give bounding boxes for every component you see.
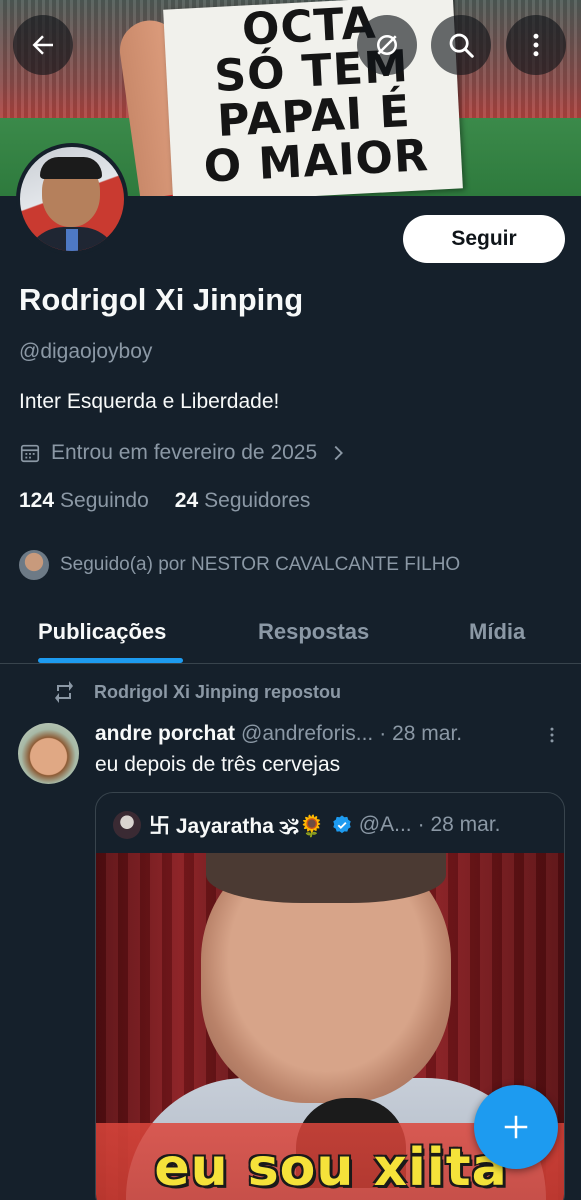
back-arrow-icon bbox=[32, 35, 53, 55]
joined-date-text: Entrou em fevereiro de 2025 bbox=[51, 441, 318, 464]
post-author-handle[interactable]: @andreforis... bbox=[241, 722, 373, 746]
tab-respostas[interactable]: Respostas bbox=[258, 600, 369, 664]
post-more-button[interactable] bbox=[540, 722, 564, 748]
followers-count: 24 bbox=[174, 489, 199, 512]
following-link[interactable]: 124 Seguindo bbox=[19, 489, 149, 513]
post-text: eu depois de três cervejas bbox=[95, 753, 341, 776]
quoted-author-avatar bbox=[113, 811, 141, 839]
back-button[interactable] bbox=[13, 15, 73, 75]
tab-midia[interactable]: Mídia bbox=[469, 600, 525, 664]
profile-bio: Inter Esquerda e Liberdade! bbox=[19, 390, 280, 413]
follow-button[interactable]: Seguir bbox=[403, 215, 565, 263]
quoted-author-handle: @A... bbox=[358, 813, 412, 836]
post-date[interactable]: · 28 mar. bbox=[379, 722, 462, 746]
more-vertical-icon bbox=[533, 33, 539, 57]
following-label: Seguindo bbox=[60, 489, 149, 512]
joined-date-row[interactable]: Entrou em fevereiro de 2025 bbox=[19, 438, 349, 468]
active-tab-indicator bbox=[38, 658, 183, 663]
chevron-right-icon bbox=[334, 445, 344, 461]
verified-badge-icon bbox=[333, 815, 351, 834]
more-options-button[interactable] bbox=[506, 15, 566, 75]
follow-stats: 124 Seguindo 24 Seguidores bbox=[19, 489, 310, 513]
search-button[interactable] bbox=[431, 15, 491, 75]
avatar-hair bbox=[40, 157, 102, 179]
repost-label: Rodrigol Xi Jinping repostou bbox=[94, 681, 341, 702]
compose-button[interactable] bbox=[474, 1085, 558, 1169]
repost-icon bbox=[55, 681, 73, 703]
tab-publicacoes[interactable]: Publicações bbox=[38, 600, 166, 664]
avatar-tie bbox=[66, 229, 78, 251]
followers-link[interactable]: 24 Seguidores bbox=[175, 489, 311, 513]
sign-line-4: O MAIOR bbox=[202, 130, 431, 193]
follower-avatar bbox=[17, 548, 51, 582]
calendar-icon bbox=[20, 444, 40, 463]
quoted-post-date: · 28 mar. bbox=[417, 813, 501, 836]
repost-indicator[interactable]: Rodrigol Xi Jinping repostou bbox=[52, 678, 341, 706]
followed-by-text: Seguido(a) por NESTOR CAVALCANTE FILHO bbox=[60, 554, 461, 575]
quoted-post-header: 卐 Jayaratha 🕉🌻 @A... · 28 mar. bbox=[113, 811, 501, 839]
no-sync-icon bbox=[377, 35, 397, 55]
profile-name: Rodrigol Xi Jinping bbox=[19, 282, 304, 317]
profile-avatar[interactable] bbox=[16, 143, 128, 255]
profile-tabs: Publicações Respostas Mídia bbox=[0, 600, 581, 664]
search-icon bbox=[449, 33, 474, 58]
media-hair bbox=[206, 853, 446, 903]
post-header: andre porchat @andreforis... · 28 mar. bbox=[95, 720, 555, 748]
plus-icon bbox=[504, 1115, 528, 1139]
followed-by-row[interactable]: Seguido(a) por NESTOR CAVALCANTE FILHO bbox=[17, 547, 460, 583]
profile-handle: @digaojoyboy bbox=[19, 340, 153, 363]
post-author-avatar[interactable] bbox=[18, 723, 79, 784]
no-sync-button[interactable] bbox=[357, 15, 417, 75]
post-author-name[interactable]: andre porchat bbox=[95, 722, 235, 746]
following-count: 124 bbox=[19, 489, 55, 512]
profile-page: OCTA SÓ TEM PAPAI É O MAIOR Seguir Rodri… bbox=[0, 0, 581, 1200]
more-vertical-icon bbox=[550, 727, 554, 743]
banner-sign: OCTA SÓ TEM PAPAI É O MAIOR bbox=[163, 0, 463, 196]
quoted-author-name: 卐 Jayaratha 🕉🌻 bbox=[149, 815, 325, 838]
followers-label: Seguidores bbox=[204, 489, 311, 512]
